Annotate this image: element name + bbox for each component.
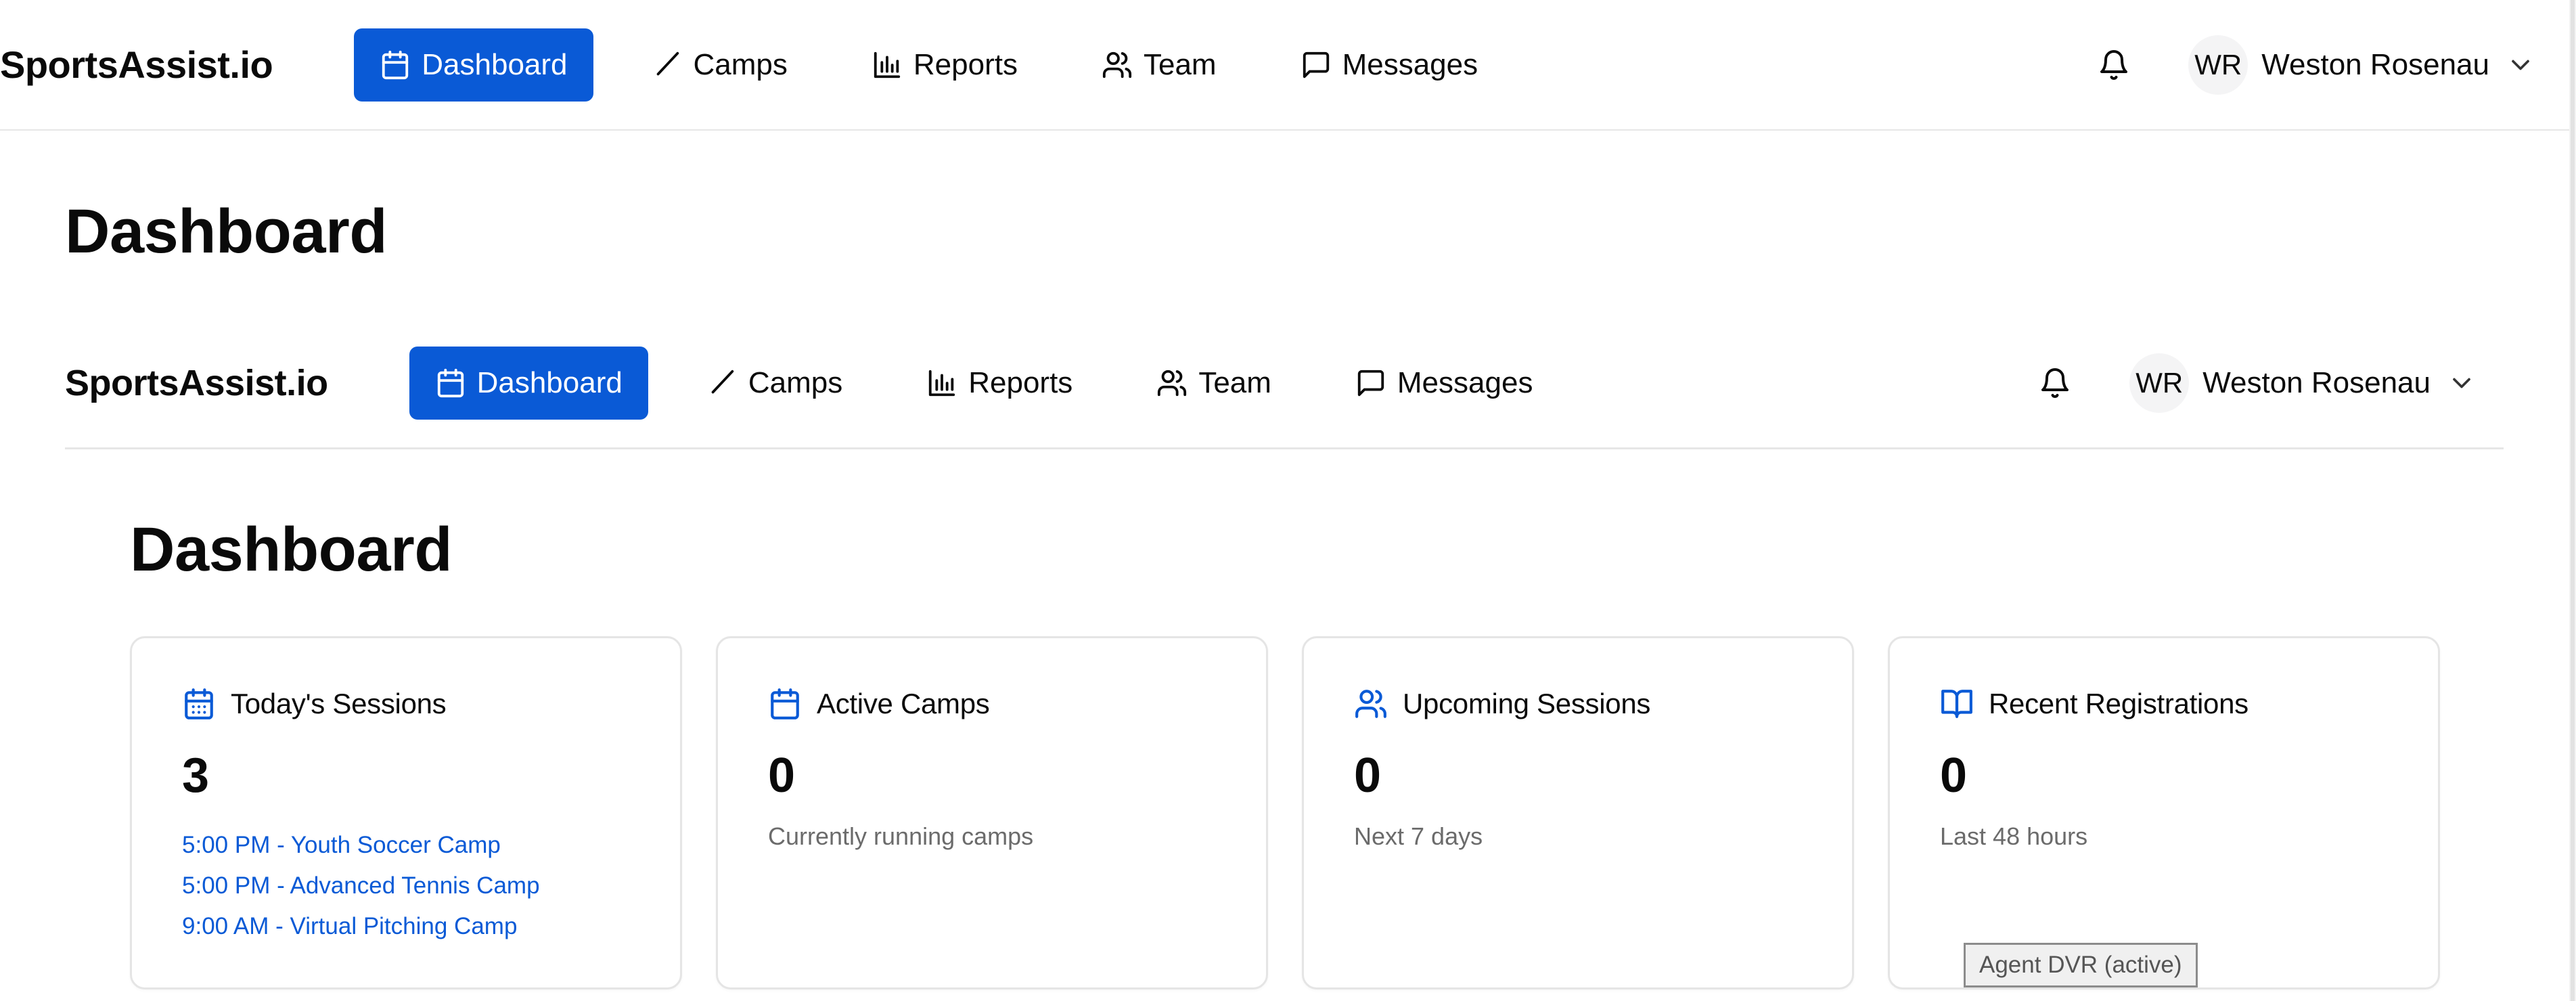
card-active-camps: Active Camps 0 Currently running camps	[716, 636, 1268, 989]
card-subtitle: Next 7 days	[1354, 822, 1483, 850]
session-link[interactable]: 5:00 PM - Advanced Tennis Camp	[182, 866, 630, 906]
card-header: Active Camps	[768, 687, 1216, 721]
calendar-days-icon	[185, 688, 213, 719]
card-value: 3	[182, 749, 210, 803]
card-value: 0	[768, 749, 796, 803]
embedded-navbar: SportsAssist.io Dashboard Camps Reports …	[65, 318, 2504, 449]
nav-team[interactable]: Team	[1131, 347, 1297, 420]
nav-label: Messages	[1342, 47, 1478, 81]
card-value: 0	[1940, 749, 1968, 803]
nav-label: Team	[1143, 47, 1217, 81]
page-scrollbar[interactable]	[2569, 0, 2576, 1001]
bell-icon	[2041, 368, 2069, 398]
main-nav: Dashboard Camps Reports Team Messages	[409, 346, 1591, 420]
calendar-icon	[437, 368, 464, 397]
nav-label: Reports	[968, 365, 1073, 399]
nav-reports[interactable]: Reports	[901, 347, 1098, 420]
users-icon	[1158, 370, 1187, 396]
page-title: Dashboard	[65, 197, 388, 266]
user-name: Weston Rosenau	[2261, 47, 2489, 81]
book-open-icon	[1941, 690, 1972, 718]
top-navbar: SportsAssist.io Dashboard Camps Reports …	[0, 0, 2569, 131]
card-subtitle: Currently running camps	[768, 822, 1034, 850]
bell-icon	[2100, 49, 2128, 80]
slash-icon	[711, 370, 734, 393]
users-icon	[1102, 51, 1132, 78]
card-subtitle: Last 48 hours	[1940, 822, 2088, 850]
message-square-icon	[1357, 370, 1384, 396]
notifications-button[interactable]	[2080, 31, 2148, 99]
nav-label: Team	[1198, 365, 1271, 399]
calendar-icon	[382, 50, 409, 79]
card-title: Today's Sessions	[231, 688, 447, 719]
page-title: Dashboard	[130, 515, 453, 584]
card-title: Active Camps	[817, 688, 990, 719]
nav-label: Dashboard	[422, 47, 568, 81]
card-title: Upcoming Sessions	[1403, 688, 1651, 719]
tooltip: Agent DVR (active)	[1964, 943, 2198, 987]
nav-messages[interactable]: Messages	[1275, 28, 1504, 102]
nav-label: Camps	[748, 365, 843, 399]
user-name: Weston Rosenau	[2202, 365, 2431, 399]
nav-reports[interactable]: Reports	[846, 28, 1043, 102]
nav-right: WR Weston Rosenau	[2080, 31, 2535, 99]
nav-dashboard[interactable]: Dashboard	[354, 28, 593, 102]
notifications-button[interactable]	[2021, 349, 2089, 417]
card-value: 0	[1354, 749, 1382, 803]
chevron-down-icon	[2453, 378, 2470, 388]
card-header: Upcoming Sessions	[1354, 687, 1802, 721]
card-recent-registrations: Recent Registrations 0 Last 48 hours	[1888, 636, 2440, 989]
brand-logo[interactable]: SportsAssist.io	[0, 43, 273, 87]
session-link[interactable]: 9:00 AM - Virtual Pitching Camp	[182, 906, 630, 947]
user-menu[interactable]: WR Weston Rosenau	[2129, 353, 2477, 413]
calendar-icon	[771, 688, 799, 719]
users-icon	[1355, 690, 1386, 718]
scrollbar-thumb[interactable]	[2571, 0, 2575, 1001]
nav-label: Camps	[693, 47, 788, 81]
session-list: 5:00 PM - Youth Soccer Camp 5:00 PM - Ad…	[182, 825, 630, 947]
avatar: WR	[2129, 353, 2190, 413]
user-menu[interactable]: WR Weston Rosenau	[2188, 35, 2535, 95]
brand-logo[interactable]: SportsAssist.io	[65, 362, 328, 404]
stats-cards: Today's Sessions 3 5:00 PM - Youth Socce…	[130, 636, 2440, 989]
nav-messages[interactable]: Messages	[1330, 347, 1559, 420]
chevron-down-icon	[2512, 60, 2529, 70]
card-header: Recent Registrations	[1940, 687, 2388, 721]
nav-dashboard[interactable]: Dashboard	[409, 346, 648, 420]
nav-label: Dashboard	[476, 365, 623, 399]
main-nav: Dashboard Camps Reports Team Messages	[354, 28, 1536, 102]
bar-chart-icon	[929, 370, 955, 396]
avatar: WR	[2188, 35, 2249, 95]
card-upcoming-sessions: Upcoming Sessions 0 Next 7 days	[1302, 636, 1854, 989]
nav-label: Reports	[913, 47, 1018, 81]
card-todays-sessions: Today's Sessions 3 5:00 PM - Youth Socce…	[130, 636, 682, 989]
card-title: Recent Registrations	[1989, 688, 2249, 719]
nav-right: WR Weston Rosenau	[2021, 349, 2477, 417]
card-header: Today's Sessions	[182, 687, 630, 721]
slash-icon	[656, 51, 679, 75]
nav-team[interactable]: Team	[1076, 28, 1242, 102]
nav-label: Messages	[1397, 365, 1533, 399]
bar-chart-icon	[874, 51, 901, 78]
nav-camps[interactable]: Camps	[681, 347, 868, 420]
message-square-icon	[1303, 51, 1329, 78]
nav-camps[interactable]: Camps	[626, 28, 813, 102]
session-link[interactable]: 5:00 PM - Youth Soccer Camp	[182, 825, 630, 866]
